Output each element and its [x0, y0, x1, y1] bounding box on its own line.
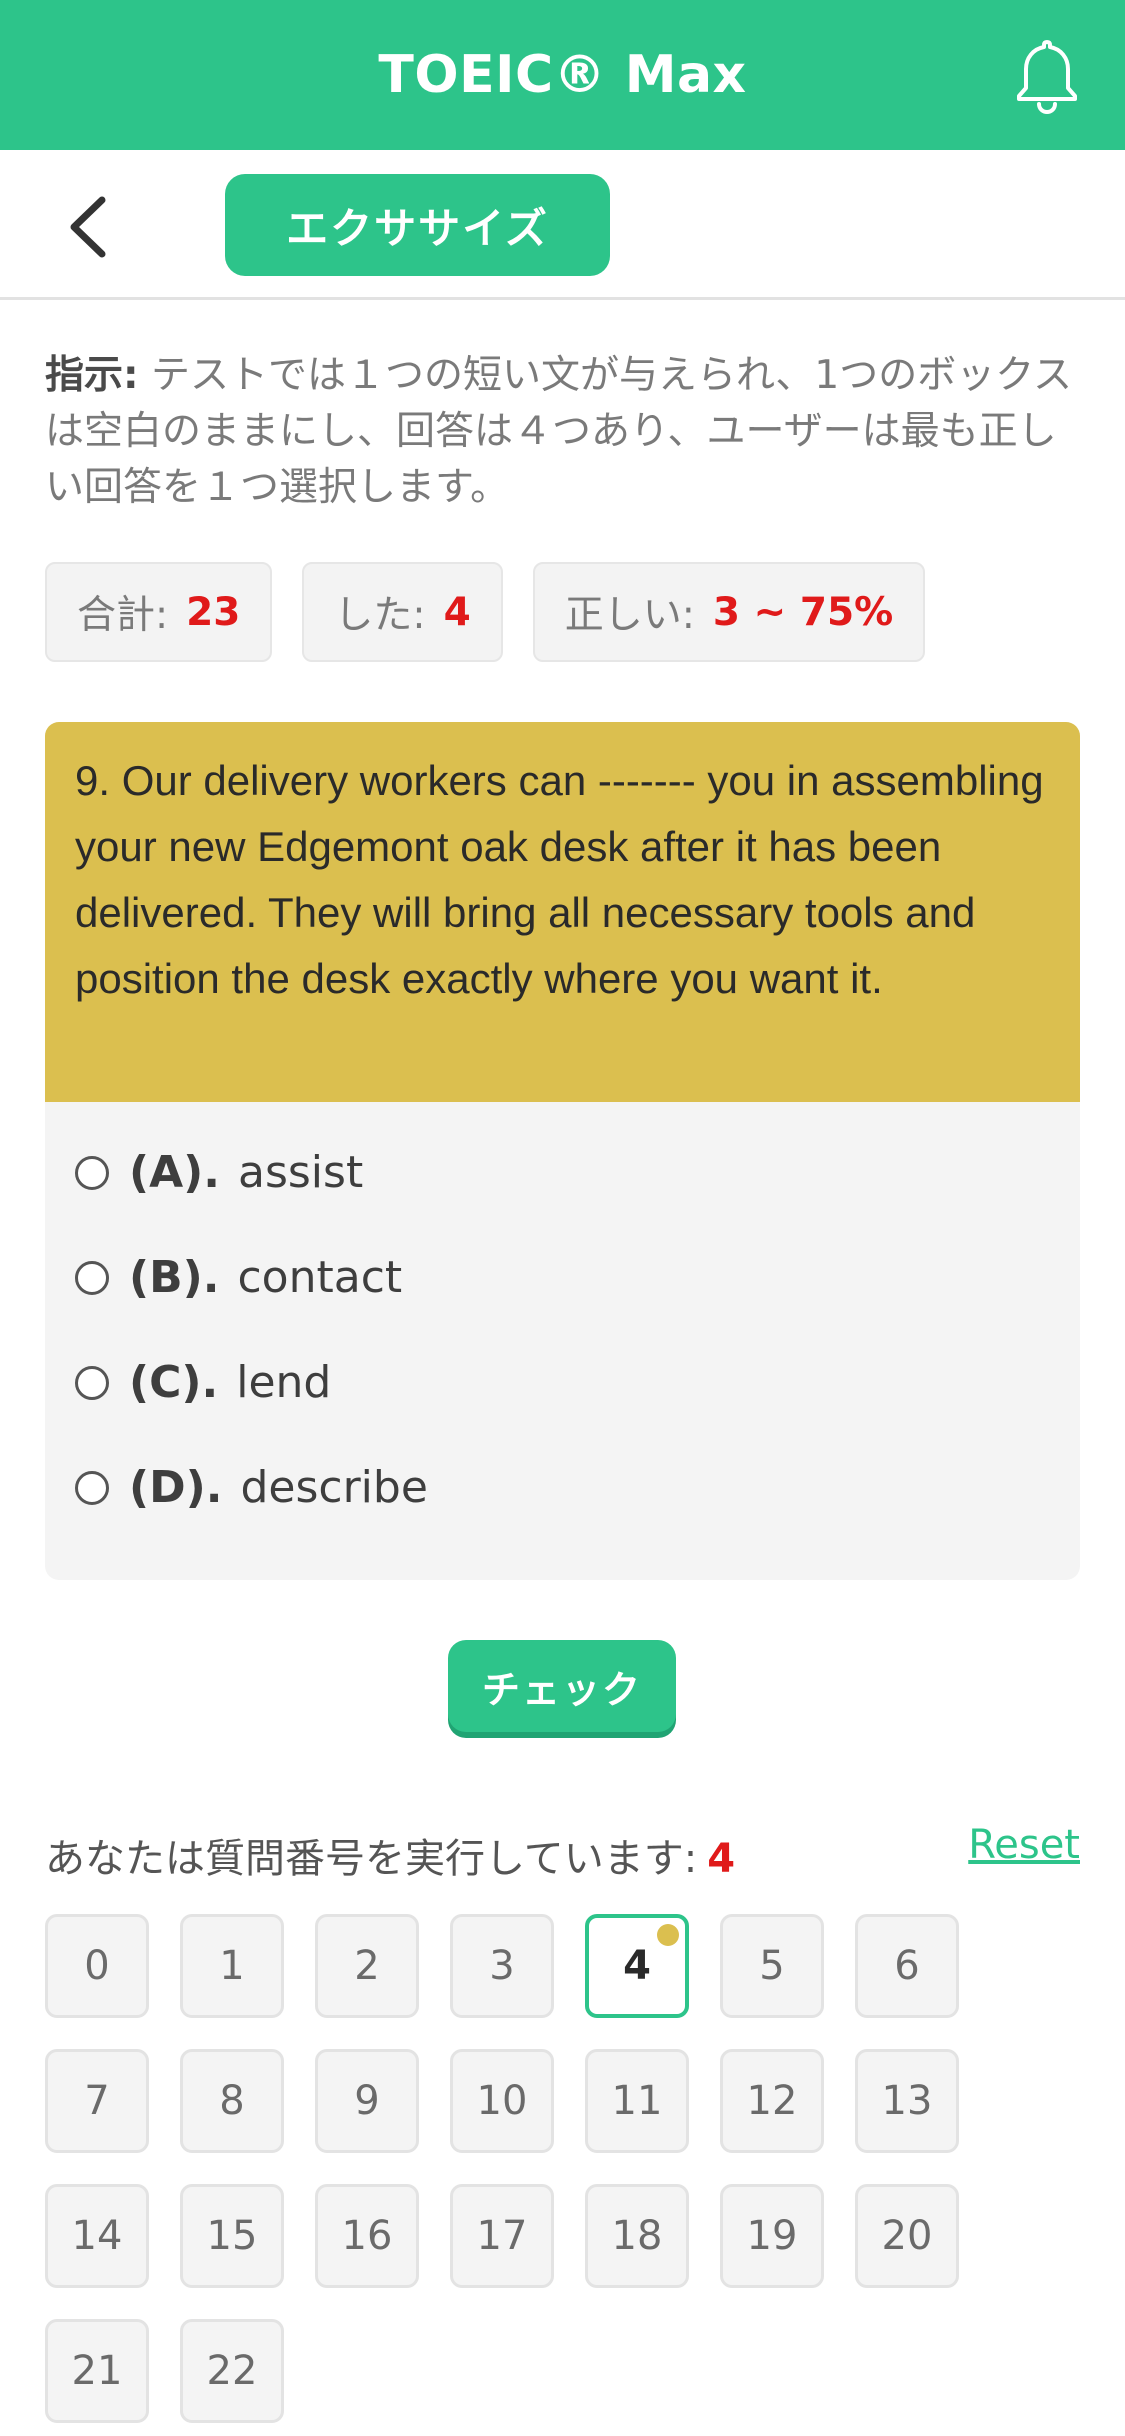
stat-total-label: 合計:: [77, 593, 169, 638]
question-number-11[interactable]: 11: [585, 2049, 689, 2153]
option-text: assist: [238, 1147, 364, 1198]
exercise-tab[interactable]: エクササイズ: [225, 174, 610, 276]
question-number-label: 11: [611, 2078, 663, 2124]
question-number-label: 2: [354, 1943, 380, 1989]
question-number-grid: 0 1 2 3 4 5 6 7 8 9 10 11 12 13 14 15 16 17 18 19 20 21 22: [45, 1914, 1080, 2423]
option-letter: (B).: [129, 1252, 220, 1303]
question-number-10[interactable]: 10: [450, 2049, 554, 2153]
radio-button[interactable]: [75, 1470, 109, 1505]
question-number-13[interactable]: 13: [855, 2049, 959, 2153]
instructions-label: 指示:: [45, 353, 139, 398]
option-letter: (D).: [129, 1462, 223, 1513]
question-number-label: 15: [206, 2213, 258, 2259]
bell-icon[interactable]: [1011, 36, 1083, 116]
question-number-label: 9: [354, 2078, 380, 2124]
answer-options: (A). assist (B). contact (C). lend (D). …: [45, 1102, 1080, 1540]
question-number-1[interactable]: 1: [180, 1914, 284, 2018]
instructions-text: テストでは１つの短い文が与えられ、1つのボックスは空白のままにし、回答は４つあり…: [45, 353, 1073, 510]
question-number-label: 14: [71, 2213, 123, 2259]
question-number-label: 22: [206, 2348, 258, 2394]
question-number-17[interactable]: 17: [450, 2184, 554, 2288]
stat-done-label: した:: [334, 593, 426, 638]
question-text: 9. Our delivery workers can ------- you …: [45, 722, 1080, 1102]
question-number-21[interactable]: 21: [45, 2319, 149, 2423]
question-number-label: 10: [476, 2078, 528, 2124]
option-b[interactable]: (B). contact: [75, 1225, 1050, 1330]
question-number-7[interactable]: 7: [45, 2049, 149, 2153]
question-number-4[interactable]: 4: [585, 1914, 689, 2018]
question-number-8[interactable]: 8: [180, 2049, 284, 2153]
question-number-label: 19: [746, 2213, 798, 2259]
option-text: describe: [240, 1462, 428, 1513]
option-letter: (C).: [129, 1357, 219, 1408]
question-number-label: 3: [489, 1943, 515, 1989]
question-number-12[interactable]: 12: [720, 2049, 824, 2153]
stat-correct-value: 3 ~ 75%: [712, 589, 894, 635]
chevron-left-icon[interactable]: [60, 192, 120, 262]
option-a[interactable]: (A). assist: [75, 1120, 1050, 1225]
question-number-14[interactable]: 14: [45, 2184, 149, 2288]
radio-button[interactable]: [75, 1260, 109, 1295]
current-indicator-dot: [657, 1924, 679, 1946]
progress-text: あなたは質問番号を実行しています: 4: [45, 1826, 735, 1884]
stats-row: 合計: 23 した: 4 正しい: 3 ~ 75%: [45, 562, 926, 662]
question-number-label: 0: [84, 1943, 110, 1989]
question-number-5[interactable]: 5: [720, 1914, 824, 2018]
option-c[interactable]: (C). lend: [75, 1330, 1050, 1435]
option-letter: (A).: [129, 1147, 220, 1198]
question-number-label: 13: [881, 2078, 933, 2124]
stat-done: した: 4: [302, 562, 503, 662]
question-number-22[interactable]: 22: [180, 2319, 284, 2423]
question-number-16[interactable]: 16: [315, 2184, 419, 2288]
question-number-15[interactable]: 15: [180, 2184, 284, 2288]
stat-done-value: 4: [443, 589, 471, 635]
question-number-0[interactable]: 0: [45, 1914, 149, 2018]
question-number-label: 4: [623, 1943, 651, 1989]
question-number-3[interactable]: 3: [450, 1914, 554, 2018]
question-number-label: 6: [894, 1943, 920, 1989]
radio-button[interactable]: [75, 1365, 109, 1400]
app-title: TOEIC® Max: [378, 45, 747, 105]
progress-current: 4: [707, 1836, 736, 1882]
question-number-20[interactable]: 20: [855, 2184, 959, 2288]
question-number-label: 7: [84, 2078, 110, 2124]
question-number-label: 20: [881, 2213, 933, 2259]
question-number-label: 12: [746, 2078, 798, 2124]
question-number-label: 16: [341, 2213, 393, 2259]
question-number-label: 8: [219, 2078, 245, 2124]
radio-button[interactable]: [75, 1155, 109, 1190]
app-header: TOEIC® Max: [0, 0, 1125, 150]
check-button[interactable]: チェック: [448, 1640, 676, 1732]
progress-label: あなたは質問番号を実行しています:: [45, 1836, 698, 1882]
question-number-label: 17: [476, 2213, 528, 2259]
question-number-label: 18: [611, 2213, 663, 2259]
question-number-19[interactable]: 19: [720, 2184, 824, 2288]
option-d[interactable]: (D). describe: [75, 1435, 1050, 1540]
option-text: lend: [236, 1357, 332, 1408]
reset-link[interactable]: Reset: [968, 1822, 1080, 1868]
instructions: 指示: テストでは１つの短い文が与えられ、1つのボックスは空白のままにし、回答は…: [45, 348, 1075, 516]
option-text: contact: [237, 1252, 403, 1303]
question-card: 9. Our delivery workers can ------- you …: [45, 722, 1080, 1580]
question-number-label: 21: [71, 2348, 123, 2394]
stat-total: 合計: 23: [45, 562, 273, 662]
stat-correct: 正しい: 3 ~ 75%: [532, 562, 926, 662]
stat-correct-label: 正しい:: [564, 593, 695, 638]
question-number-label: 1: [219, 1943, 245, 1989]
question-number-6[interactable]: 6: [855, 1914, 959, 2018]
stat-total-value: 23: [186, 589, 241, 635]
question-number-label: 5: [759, 1943, 785, 1989]
question-number-18[interactable]: 18: [585, 2184, 689, 2288]
question-number-9[interactable]: 9: [315, 2049, 419, 2153]
question-number-2[interactable]: 2: [315, 1914, 419, 2018]
sub-header: エクササイズ: [0, 150, 1125, 300]
